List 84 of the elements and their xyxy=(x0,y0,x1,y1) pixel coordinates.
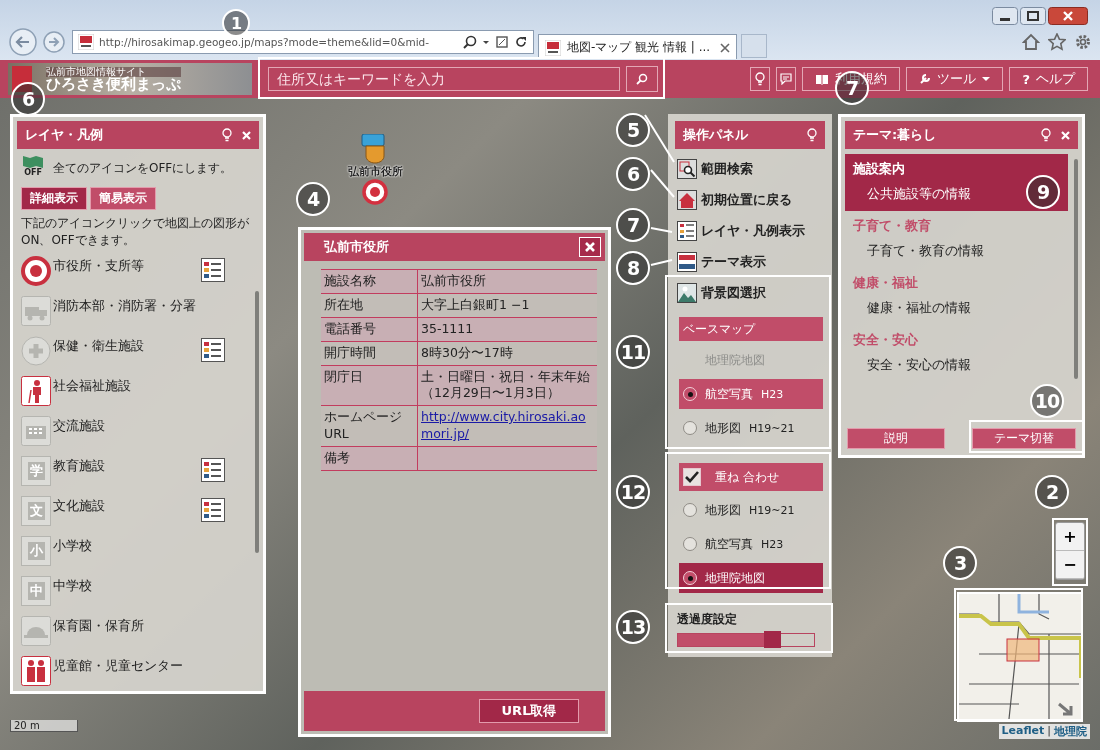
table-cell: 35-1111 xyxy=(417,317,597,342)
overlay-toggle[interactable]: 重ね 合わせ xyxy=(679,463,823,491)
theme-heading[interactable]: 施設案内 xyxy=(853,160,1060,178)
base-map-option[interactable]: 航空写真 H23 xyxy=(679,379,823,409)
overlay-option[interactable]: 地理院地図 xyxy=(679,563,823,593)
callout-badge: 7 xyxy=(616,208,650,242)
table-cell: 施設名称 xyxy=(321,269,418,294)
attribution-link[interactable]: 地理院 xyxy=(1054,724,1087,739)
table-cell: 弘前市役所 xyxy=(417,269,597,294)
layer-label[interactable]: 市役所・支所等 xyxy=(53,255,199,275)
panel-action[interactable]: 背景図選択 xyxy=(677,283,823,303)
callout-badge: 2 xyxy=(1035,475,1069,509)
callout-badge: 3 xyxy=(943,546,977,580)
get-url-button[interactable]: URL取得 xyxy=(479,699,579,723)
layer-label[interactable]: 保育園・保育所 xyxy=(53,615,225,635)
view-mode-button[interactable]: 簡易表示 xyxy=(90,187,156,210)
overlay-option[interactable]: 航空写真 H23 xyxy=(679,529,823,559)
table-cell: 8時30分〜17時 xyxy=(417,341,597,365)
callout-badge: 5 xyxy=(616,113,650,147)
callout-badge: 4 xyxy=(296,182,330,216)
popup-title: 弘前市役所 xyxy=(324,238,390,256)
layer-label[interactable]: 文化施設 xyxy=(53,495,199,515)
view-mode-button[interactable]: 詳細表示 xyxy=(21,187,87,210)
separator: | xyxy=(1047,724,1051,739)
table-cell: 開庁時間 xyxy=(321,341,418,365)
table-cell: 電話番号 xyxy=(321,317,418,342)
callout-badge: 1 xyxy=(222,9,250,37)
layer-label[interactable]: 小学校 xyxy=(53,535,225,555)
zoom-in-button[interactable]: + xyxy=(1056,523,1084,551)
opacity-title: 透過度設定 xyxy=(677,611,738,628)
header-button[interactable]: ? ヘルプ xyxy=(1009,67,1088,91)
callout-badge: 11 xyxy=(616,335,650,369)
table-cell: 土・日曜日・祝日・年末年始（12月29日〜1月3日） xyxy=(417,365,597,406)
off-description: 全てのアイコンをOFFにします。 xyxy=(53,159,233,177)
panel-action[interactable]: 範囲検索 xyxy=(677,159,823,179)
url-link[interactable]: http://www.city.hirosaki.aomori.jp/ xyxy=(421,409,594,443)
table-cell: 備考 xyxy=(321,446,418,471)
browser-tab[interactable]: 地図-マップ 観光 情報 | ... xyxy=(538,33,737,59)
panel-action[interactable]: テーマ表示 xyxy=(677,252,823,272)
table-cell: ホームページURL xyxy=(321,405,418,447)
theme-item[interactable]: 安全・安心の情報 xyxy=(867,357,971,374)
callout-badge: 12 xyxy=(616,475,650,509)
instruction-text: 下記のアイコンクリックで地図上の図形がON、OFFできます。 xyxy=(21,215,250,250)
scale-bar: 20 m xyxy=(10,720,78,732)
search-field[interactable]: 住所又はキーワードを入力 xyxy=(268,67,620,91)
site-subtitle: 弘前市地図情報サイト xyxy=(46,66,181,77)
callout-badge: 10 xyxy=(1030,384,1064,418)
base-map-header: ベースマップ xyxy=(679,317,823,341)
url-text: http://hirosakimap.geogeo.jp/maps?mode=theme&lid=0&mid- xyxy=(99,36,430,48)
callout-badge: 8 xyxy=(616,251,650,285)
address-bar[interactable]: http://hirosakimap.geogeo.jp/maps?mode=theme&lid=0&mid- xyxy=(72,30,534,54)
overlay-option[interactable]: 地形図 H19~21 xyxy=(679,495,823,525)
layer-label[interactable]: 児童館・児童センター xyxy=(53,655,225,675)
layer-label[interactable]: 交流施設 xyxy=(53,415,225,435)
base-map-option[interactable]: 地形図 H19~21 xyxy=(679,413,823,443)
panel-title: 操作パネル xyxy=(683,126,749,144)
callout-badge: 6 xyxy=(616,157,650,191)
zoom-out-button[interactable]: − xyxy=(1056,551,1084,579)
panel-title: レイヤ・凡例 xyxy=(25,126,104,144)
callout-badge: 6 xyxy=(11,82,45,116)
panel-action[interactable]: レイヤ・凡例表示 xyxy=(677,221,823,241)
callout-badge: 13 xyxy=(616,610,650,644)
table-cell: 所在地 xyxy=(321,293,418,318)
layer-label[interactable]: 保健・衛生施設 xyxy=(53,335,199,355)
attribution-link[interactable]: Leaflet xyxy=(1001,724,1045,739)
layer-label[interactable]: 消防本部・消防署・分署 xyxy=(53,295,225,315)
layer-label[interactable]: 中学校 xyxy=(53,575,225,595)
panel-title: テーマ:暮らし xyxy=(853,126,938,144)
theme-item[interactable]: 子育て・教育の情報 xyxy=(867,243,984,260)
table-cell: 大字上白銀町1 −1 xyxy=(417,293,597,318)
theme-item[interactable]: 公共施設等の情報 xyxy=(867,186,971,203)
site-title: ひろさき便利まっぷ xyxy=(46,76,181,92)
panel-action[interactable]: 初期位置に戻る xyxy=(677,190,823,210)
layer-label[interactable]: 教育施設 xyxy=(53,455,199,475)
callout-badge: 9 xyxy=(1026,175,1060,209)
layer-label[interactable]: 社会福祉施設 xyxy=(53,375,225,395)
header-button[interactable]: ツール xyxy=(906,67,1004,91)
theme-button[interactable]: テーマ切替 xyxy=(972,428,1076,449)
map-off-button[interactable]: OFF xyxy=(21,155,45,181)
table-cell: 閉庁日 xyxy=(321,365,418,406)
theme-button[interactable]: 説明 xyxy=(847,428,945,449)
theme-item[interactable]: 健康・福祉の情報 xyxy=(867,300,971,317)
marker-label: 弘前市役所 xyxy=(347,164,403,179)
tab-title: 地図-マップ 観光 情報 | ... xyxy=(567,39,712,56)
